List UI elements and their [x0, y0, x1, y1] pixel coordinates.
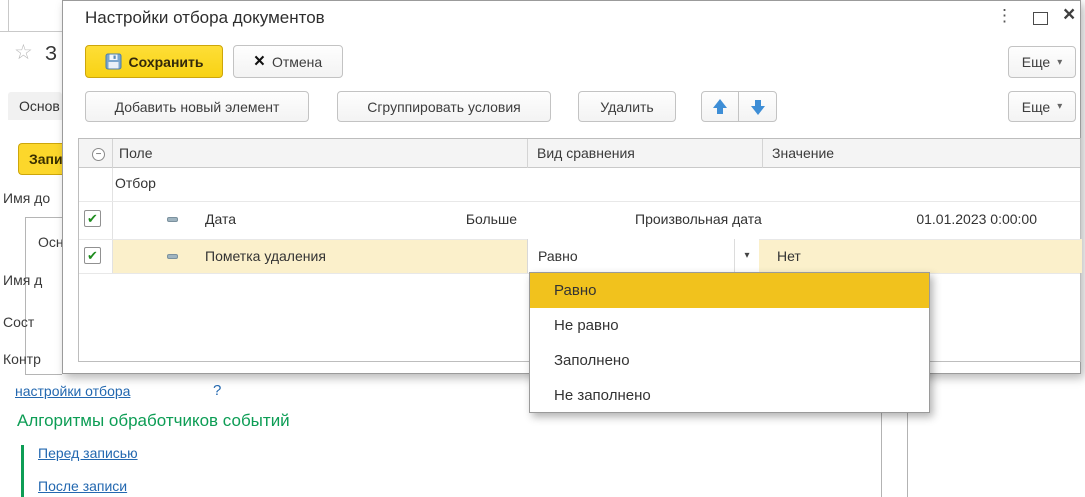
favorite-star-icon[interactable]: ☆ — [14, 40, 33, 65]
bg-label-contract: Контр — [3, 351, 41, 367]
cancel-button-label: Отмена — [272, 54, 322, 70]
group-conditions-button[interactable]: Сгруппировать условия — [337, 91, 551, 122]
column-header-value: Значение — [772, 145, 834, 161]
bg-label-state: Сост — [3, 314, 34, 330]
bg-label-doc-name: Имя д — [3, 272, 42, 288]
screen: ☆ З Основ Запи Имя до Осно Имя д Сост Ко… — [0, 0, 1085, 497]
bg-save-close-button[interactable]: Запи — [18, 143, 62, 175]
more-button-toolbar[interactable]: Еще ▾ — [1008, 91, 1076, 122]
bg-label-doc-name-top: Имя до — [3, 190, 50, 206]
combobox-value[interactable]: Равно — [538, 248, 578, 264]
group-conditions-label: Сгруппировать условия — [367, 99, 521, 115]
checkbox-column-line — [112, 168, 113, 273]
dropdown-item-not-filled[interactable]: Не заполнено — [530, 378, 929, 413]
row2-value[interactable]: Нет — [777, 248, 801, 264]
comparison-dropdown-list: Равно Не равно Заполнено Не заполнено — [529, 272, 930, 413]
bg-panel-edge — [8, 0, 9, 31]
arrow-up-icon — [713, 99, 727, 115]
bg-tab-main[interactable]: Основ — [8, 92, 62, 120]
row1-value[interactable]: 01.01.2023 0:00:00 — [916, 211, 1037, 227]
chevron-down-icon: ▾ — [1057, 101, 1062, 112]
floppy-disk-icon — [105, 53, 122, 70]
row1-checkbox[interactable]: ✔ — [84, 210, 101, 227]
item-dash-icon — [167, 217, 178, 222]
dialog-title: Настройки отбора документов — [85, 8, 325, 28]
filter-settings-link[interactable]: настройки отбора — [15, 383, 130, 399]
before-write-link[interactable]: Перед записью — [38, 445, 138, 461]
more-top-label: Еще — [1022, 54, 1051, 70]
collapse-icon[interactable]: − — [92, 148, 105, 161]
arrow-down-icon — [751, 99, 765, 115]
move-down-button[interactable] — [738, 91, 777, 122]
combobox-dropdown-icon[interactable]: ▾ — [735, 239, 759, 273]
bg-window-title: З — [45, 43, 57, 66]
row1-field[interactable]: Дата — [205, 211, 236, 227]
add-element-label: Добавить новый элемент — [115, 99, 280, 115]
row1-comparison[interactable]: Больше — [379, 211, 517, 227]
item-dash-icon — [167, 254, 178, 259]
comparison-combobox[interactable]: Равно ▾ — [527, 239, 759, 273]
dropdown-item-filled[interactable]: Заполнено — [530, 343, 929, 378]
save-button-label: Сохранить — [129, 54, 204, 70]
delete-button[interactable]: Удалить — [578, 91, 676, 122]
add-element-button[interactable]: Добавить новый элемент — [85, 91, 309, 122]
column-separator — [112, 139, 113, 168]
more-toolbar-label: Еще — [1022, 99, 1051, 115]
column-header-field: Поле — [119, 145, 153, 161]
cancel-x-icon: × — [254, 52, 265, 71]
table-header: Поле Вид сравнения Значение — [79, 139, 1080, 168]
save-button[interactable]: Сохранить — [85, 45, 223, 78]
dropdown-item-equal[interactable]: Равно — [530, 273, 929, 308]
row-divider — [79, 201, 1080, 202]
more-button-top[interactable]: Еще ▾ — [1008, 46, 1076, 78]
column-separator — [527, 139, 528, 168]
kebab-menu-icon[interactable]: ⋮ — [996, 6, 1013, 26]
bg-toolbar-divider — [0, 31, 62, 32]
chevron-down-icon: ▾ — [1057, 57, 1062, 68]
event-handlers-heading: Алгоритмы обработчиков событий — [17, 411, 290, 431]
column-separator — [762, 139, 763, 168]
help-icon[interactable]: ? — [213, 382, 221, 399]
row1-value-kind[interactable]: Произвольная дата — [635, 211, 762, 227]
group-row-label: Отбор — [115, 175, 156, 191]
maximize-button[interactable] — [1033, 12, 1048, 25]
move-up-button[interactable] — [701, 91, 739, 122]
group-indent-bar — [21, 445, 24, 497]
column-header-comparison: Вид сравнения — [537, 145, 635, 161]
row2-field[interactable]: Пометка удаления — [205, 248, 326, 264]
cancel-button[interactable]: × Отмена — [233, 45, 343, 78]
dropdown-item-not-equal[interactable]: Не равно — [530, 308, 929, 343]
close-button[interactable]: × — [1063, 3, 1075, 27]
row2-checkbox[interactable]: ✔ — [84, 247, 101, 264]
after-write-link[interactable]: После записи — [38, 478, 127, 494]
delete-label: Удалить — [600, 99, 653, 115]
